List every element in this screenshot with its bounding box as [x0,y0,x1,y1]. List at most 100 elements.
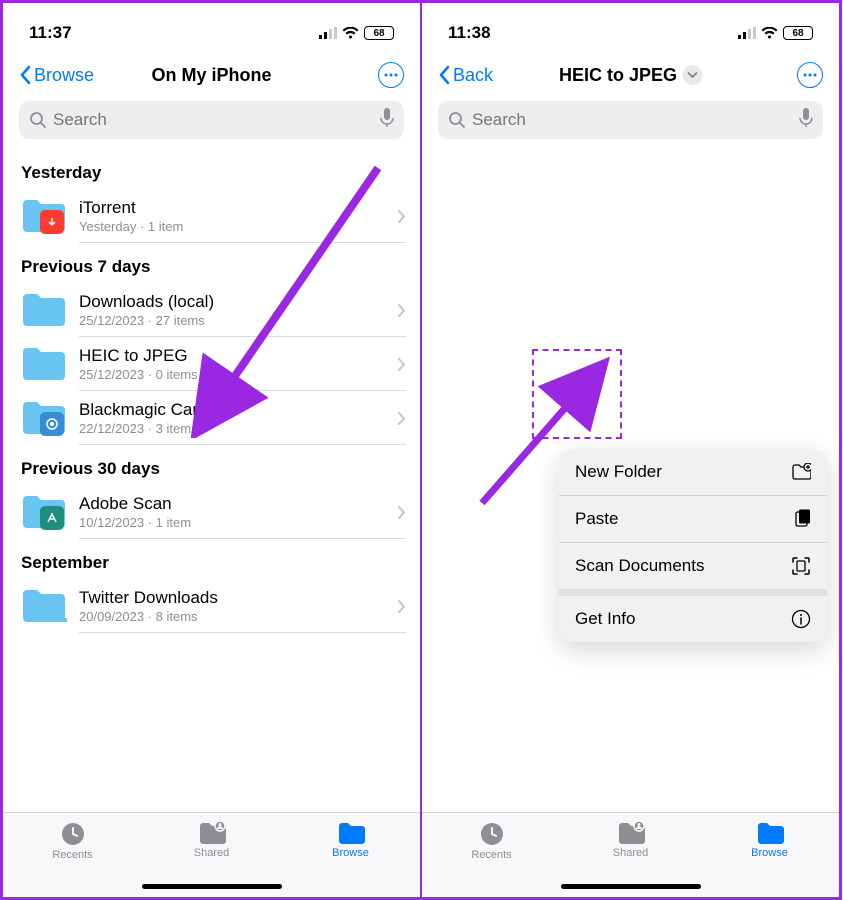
wifi-icon [761,27,778,40]
search-bar[interactable] [19,101,404,139]
tab-label: Shared [613,847,648,859]
chevron-right-icon [398,600,406,613]
menu-item-paste[interactable]: Paste [559,496,827,542]
more-button[interactable] [378,62,404,88]
search-icon [448,111,466,129]
folder-meta: Yesterday · 1 item [79,219,398,234]
scan-icon [791,556,811,576]
folder-row-heic[interactable]: HEIC to JPEG 25/12/2023 · 0 items [3,337,420,391]
tab-browse[interactable]: Browse [281,813,420,897]
cellular-icon [738,27,756,39]
page-title[interactable]: HEIC to JPEG [559,65,702,86]
home-indicator[interactable] [142,884,282,889]
status-time: 11:38 [448,23,491,43]
folder-name: iTorrent [79,198,398,218]
folder-icon [337,821,365,845]
tab-label: Recents [52,849,92,861]
folder-meta: 22/12/2023 · 3 items [79,421,398,436]
folder-name: Downloads (local) [79,292,398,312]
battery-icon: 68 [783,26,813,40]
cellular-icon [319,27,337,39]
clock-icon [479,821,505,847]
ellipsis-circle-icon [797,62,823,88]
chevron-down-icon [682,65,702,85]
folder-row-itorrent[interactable]: iTorrent Yesterday · 1 item [3,189,420,243]
mic-icon[interactable] [380,108,394,133]
chevron-right-icon [398,304,406,317]
folder-row-twitter[interactable]: Twitter Downloads 20/09/2023 · 8 items [3,579,420,633]
right-phone: 11:38 68 Back HEIC to JPEG New F [421,0,842,900]
folder-meta: 25/12/2023 · 27 items [79,313,398,328]
tab-label: Browse [751,847,788,859]
search-input[interactable] [53,110,374,130]
mic-icon[interactable] [799,108,813,133]
section-header-prev30: Previous 30 days [3,445,420,485]
search-bar[interactable] [438,101,823,139]
folder-row-downloads[interactable]: Downloads (local) 25/12/2023 · 27 items [3,283,420,337]
menu-label: New Folder [575,462,662,482]
status-bar: 11:37 68 [3,3,420,53]
context-menu: New Folder Paste Scan Documents Get Info [559,449,827,642]
new-folder-icon [791,463,811,481]
empty-folder-area[interactable]: New Folder Paste Scan Documents Get Info… [422,149,839,812]
folder-list[interactable]: Yesterday iTorrent Yesterday · 1 item Pr… [3,149,420,812]
folder-icon [756,821,784,845]
back-label: Back [453,65,493,86]
clock-icon [60,821,86,847]
tab-recents[interactable]: Recents [3,813,142,897]
nav-bar: Browse On My iPhone [3,53,420,97]
folder-icon [21,195,67,237]
status-icons: 68 [319,26,394,40]
tab-label: Shared [194,847,229,859]
folder-meta: 10/12/2023 · 1 item [79,515,398,530]
folder-icon [21,491,67,533]
more-button[interactable] [797,62,823,88]
folder-icon [21,397,67,439]
folder-row-blackmagic[interactable]: Blackmagic Cam 22/12/2023 · 3 items [3,391,420,445]
folder-name: Blackmagic Cam [79,400,398,420]
folder-icon [21,289,67,331]
tab-recents[interactable]: Recents [422,813,561,897]
back-button[interactable]: Back [438,65,493,86]
wifi-icon [342,27,359,40]
annotation-selection-box [532,349,622,439]
back-button[interactable]: Browse [19,65,94,86]
back-label: Browse [34,65,94,86]
chevron-left-icon [438,65,450,85]
ellipsis-circle-icon [378,62,404,88]
folder-name: Twitter Downloads [79,588,398,608]
battery-icon: 68 [364,26,394,40]
menu-item-scan[interactable]: Scan Documents [559,543,827,589]
chevron-left-icon [19,65,31,85]
home-indicator[interactable] [561,884,701,889]
section-header-prev7: Previous 7 days [3,243,420,283]
menu-label: Get Info [575,609,635,629]
folder-icon [21,343,67,385]
menu-item-get-info[interactable]: Get Info [559,596,827,642]
chevron-right-icon [398,358,406,371]
tab-label: Recents [471,849,511,861]
menu-item-new-folder[interactable]: New Folder [559,449,827,495]
shared-folder-icon [617,821,645,845]
blackmagic-app-icon [40,412,64,436]
chevron-right-icon [398,210,406,223]
folder-name: Adobe Scan [79,494,398,514]
tab-label: Browse [332,847,369,859]
folder-icon [21,585,67,627]
section-header-yesterday: Yesterday [3,149,420,189]
folder-meta: 20/09/2023 · 8 items [79,609,398,624]
section-header-september: September [3,539,420,579]
tab-browse[interactable]: Browse [700,813,839,897]
paste-icon [793,509,811,529]
folder-row-adobe[interactable]: Adobe Scan 10/12/2023 · 1 item [3,485,420,539]
search-input[interactable] [472,110,793,130]
left-phone: 11:37 68 Browse On My iPhone Yesterday [0,0,421,900]
folder-meta: 25/12/2023 · 0 items [79,367,398,382]
adobe-app-icon [40,506,64,530]
folder-name: HEIC to JPEG [79,346,398,366]
status-time: 11:37 [29,23,72,43]
nav-bar: Back HEIC to JPEG [422,53,839,97]
shared-folder-icon [198,821,226,845]
menu-label: Scan Documents [575,556,704,576]
menu-label: Paste [575,509,618,529]
